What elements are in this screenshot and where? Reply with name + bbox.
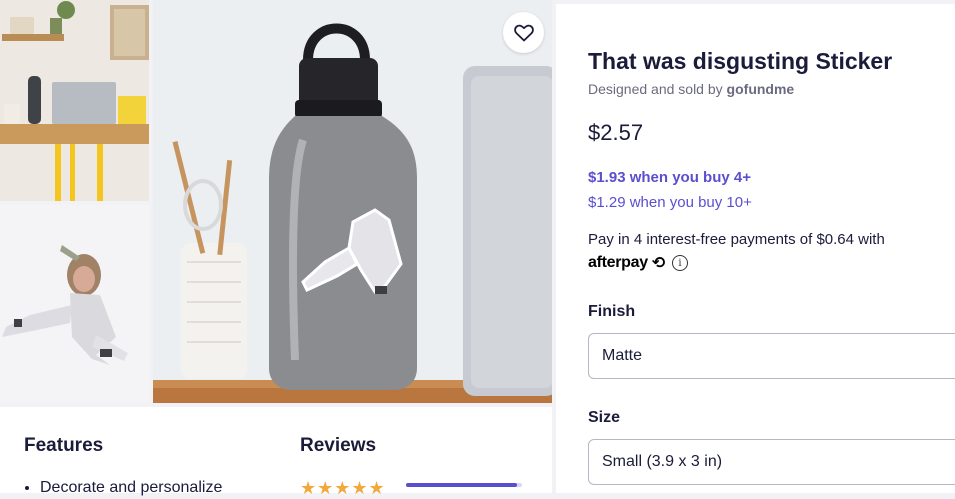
afterpay-logo: afterpay (588, 254, 648, 271)
reviews-heading: Reviews (300, 435, 377, 456)
product-info-panel: That was disgusting Sticker Designed and… (556, 4, 955, 493)
product-details-tabs: Features Decorate and personalize Review… (0, 407, 552, 498)
features-list: Decorate and personalize (40, 479, 222, 497)
favorite-button[interactable] (503, 12, 544, 53)
bulk-price-4: $1.93 when you buy 4+ (588, 169, 751, 186)
product-price: $2.57 (588, 120, 644, 145)
finish-select[interactable]: Matte (588, 333, 955, 379)
rating-bar (406, 483, 522, 487)
size-label: Size (588, 409, 621, 426)
bulk-price-10: $1.29 when you buy 10+ (588, 194, 752, 211)
info-icon[interactable]: i (671, 255, 688, 271)
feature-item: Decorate and personalize (40, 479, 222, 497)
size-selected-value: Small (3.9 x 3 in) (602, 453, 723, 470)
thumbnail-sticker-design[interactable] (0, 205, 149, 402)
main-product-image (153, 0, 552, 403)
heart-icon (513, 24, 534, 41)
sticker-design-image (0, 205, 149, 402)
desk-scene-image (0, 0, 149, 201)
image-gallery: Features Decorate and personalize Review… (0, 0, 552, 498)
water-bottle-image (153, 0, 552, 403)
rating-bar-fill (406, 483, 518, 487)
designer-line: Designed and sold by gofundme (588, 81, 794, 97)
finish-selected-value: Matte (602, 347, 643, 364)
features-heading: Features (24, 435, 104, 456)
rating-stars: ★★★★★ (300, 478, 386, 498)
product-title: That was disgusting Sticker (588, 48, 893, 74)
designer-link[interactable]: gofundme (727, 81, 795, 97)
size-select[interactable]: Small (3.9 x 3 in) (588, 439, 955, 485)
finish-label: Finish (588, 303, 636, 320)
installments-text: Pay in 4 interest-free payments of $0.64… (588, 231, 885, 248)
thumbnail-desk-scene[interactable] (0, 0, 149, 201)
designed-by-label: Designed and sold by (588, 81, 727, 97)
afterpay-row: afterpay ⟲ i (588, 253, 688, 273)
afterpay-symbol-icon: ⟲ (651, 255, 665, 272)
